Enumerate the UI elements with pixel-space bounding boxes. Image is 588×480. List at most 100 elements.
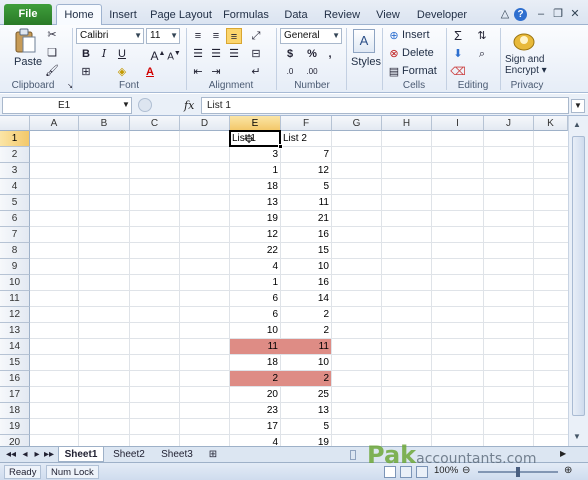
fill-color-icon[interactable]: ◈: [114, 64, 130, 80]
fill-handle[interactable]: [278, 144, 283, 149]
help-icon[interactable]: ?: [514, 8, 527, 21]
cell-f5[interactable]: 11: [281, 195, 331, 211]
delete-cells-button[interactable]: Delete: [402, 46, 434, 61]
cell-f1[interactable]: List 2: [281, 131, 332, 147]
delete-cells-icon[interactable]: ⊗: [386, 46, 402, 62]
scroll-right-icon[interactable]: ▶: [560, 449, 566, 458]
cell-e10[interactable]: 1: [230, 275, 280, 291]
row-header-5[interactable]: 5: [0, 195, 30, 211]
cut-icon[interactable]: ✂: [44, 27, 60, 43]
cell-f13[interactable]: 2: [281, 323, 331, 339]
cell-e6[interactable]: 19: [230, 211, 280, 227]
insert-sheet-icon[interactable]: ⊞: [204, 447, 222, 462]
cell-f9[interactable]: 10: [281, 259, 331, 275]
row-header-9[interactable]: 9: [0, 259, 30, 275]
row-header-7[interactable]: 7: [0, 227, 30, 243]
worksheet-grid[interactable]: A B C D E F G H I J K 1 2 3 4 5 6 7 8 9 10 11 12 13 14 15 16 17 18 19…: [0, 116, 568, 446]
styles-icon[interactable]: A: [353, 29, 375, 53]
cell-e17[interactable]: 20: [230, 387, 280, 403]
cell-f12[interactable]: 2: [281, 307, 331, 323]
row-header-4[interactable]: 4: [0, 179, 30, 195]
align-left-icon[interactable]: ☰: [190, 46, 206, 62]
cell-f10[interactable]: 16: [281, 275, 331, 291]
cell-f7[interactable]: 16: [281, 227, 331, 243]
grow-font-icon[interactable]: A▲: [150, 46, 166, 63]
row-header-1[interactable]: 1: [0, 131, 30, 147]
sheet-tab-sheet1[interactable]: Sheet1: [58, 447, 104, 462]
cell-f17[interactable]: 25: [281, 387, 331, 403]
row-header-8[interactable]: 8: [0, 243, 30, 259]
font-size-combo[interactable]: 11 ▼: [146, 28, 180, 44]
cell-f16[interactable]: 2: [281, 371, 331, 387]
cell-f2[interactable]: 7: [281, 147, 331, 163]
insert-function-button[interactable]: fx: [184, 97, 200, 114]
column-header-h[interactable]: H: [382, 116, 432, 131]
borders-icon[interactable]: ⊞: [78, 64, 94, 80]
cell-e15[interactable]: 18: [230, 355, 280, 371]
cell-e2[interactable]: 3: [230, 147, 280, 163]
row-header-6[interactable]: 6: [0, 211, 30, 227]
cell-f6[interactable]: 21: [281, 211, 331, 227]
format-painter-icon[interactable]: 🖌: [44, 63, 60, 79]
column-header-c[interactable]: C: [130, 116, 180, 131]
increase-decimal-icon[interactable]: .0: [282, 64, 298, 80]
scroll-up-icon[interactable]: ▲: [573, 120, 581, 129]
tab-developer[interactable]: Developer: [412, 6, 472, 25]
clear-icon[interactable]: ⌫: [450, 64, 466, 80]
insert-cells-icon[interactable]: ⊕: [386, 28, 402, 44]
last-sheet-icon[interactable]: ▸▸: [44, 447, 54, 462]
name-box[interactable]: E1: [2, 97, 132, 114]
cell-f15[interactable]: 10: [281, 355, 331, 371]
sheet-tab-sheet3[interactable]: Sheet3: [154, 447, 200, 462]
align-right-icon[interactable]: ☰: [226, 46, 242, 62]
cell-f11[interactable]: 14: [281, 291, 331, 307]
row-header-11[interactable]: 11: [0, 291, 30, 307]
window-minimize-icon[interactable]: –: [534, 8, 548, 21]
cell-f3[interactable]: 12: [281, 163, 331, 179]
tab-home[interactable]: Home: [56, 4, 102, 26]
decrease-indent-icon[interactable]: ⇤: [190, 64, 206, 80]
format-cells-button[interactable]: Format: [402, 64, 437, 79]
comma-button[interactable]: ,: [322, 46, 338, 62]
column-header-a[interactable]: A: [30, 116, 79, 131]
tab-formulas[interactable]: Formulas: [220, 6, 272, 25]
row-header-3[interactable]: 3: [0, 163, 30, 179]
expand-formula-bar-icon[interactable]: ▼: [571, 99, 585, 113]
font-name-combo[interactable]: Calibri ▼: [76, 28, 144, 44]
cell-f4[interactable]: 5: [281, 179, 331, 195]
cell-f18[interactable]: 13: [281, 403, 331, 419]
zoom-in-icon[interactable]: ⊕: [564, 465, 572, 476]
scroll-thumb[interactable]: [572, 136, 585, 416]
row-header-14[interactable]: 14: [0, 339, 30, 355]
fill-icon[interactable]: ⬇: [450, 46, 466, 62]
bold-icon[interactable]: B: [78, 46, 94, 62]
column-header-d[interactable]: D: [180, 116, 230, 131]
cell-e13[interactable]: 10: [230, 323, 280, 339]
cell-e11[interactable]: 6: [230, 291, 280, 307]
tab-view[interactable]: View: [370, 6, 406, 25]
sign-encrypt-button[interactable]: Sign and Encrypt ▾: [505, 54, 547, 76]
tab-split-handle[interactable]: [350, 450, 356, 460]
align-bottom-icon[interactable]: ≡: [226, 28, 242, 44]
cell-e5[interactable]: 13: [230, 195, 280, 211]
cell-f19[interactable]: 5: [281, 419, 331, 435]
row-header-12[interactable]: 12: [0, 307, 30, 323]
cell-e7[interactable]: 12: [230, 227, 280, 243]
copy-icon[interactable]: ❏: [44, 45, 60, 61]
cell-e9[interactable]: 4: [230, 259, 280, 275]
sheet-tab-sheet2[interactable]: Sheet2: [106, 447, 152, 462]
increase-indent-icon[interactable]: ⇥: [208, 64, 224, 80]
cell-e8[interactable]: 22: [230, 243, 280, 259]
sort-filter-icon[interactable]: ⇅: [474, 28, 490, 44]
scroll-down-icon[interactable]: ▼: [573, 432, 581, 441]
merge-center-icon[interactable]: ⊟: [248, 46, 264, 62]
row-header-15[interactable]: 15: [0, 355, 30, 371]
window-restore-icon[interactable]: ❐: [551, 8, 565, 21]
shrink-font-icon[interactable]: A▼: [166, 46, 182, 62]
cell-e12[interactable]: 6: [230, 307, 280, 323]
column-header-i[interactable]: I: [432, 116, 484, 131]
cell-f8[interactable]: 15: [281, 243, 331, 259]
first-sheet-icon[interactable]: ◂◂: [6, 447, 16, 462]
minimize-ribbon-icon[interactable]: △: [498, 8, 512, 21]
row-header-20[interactable]: 20: [0, 435, 30, 446]
